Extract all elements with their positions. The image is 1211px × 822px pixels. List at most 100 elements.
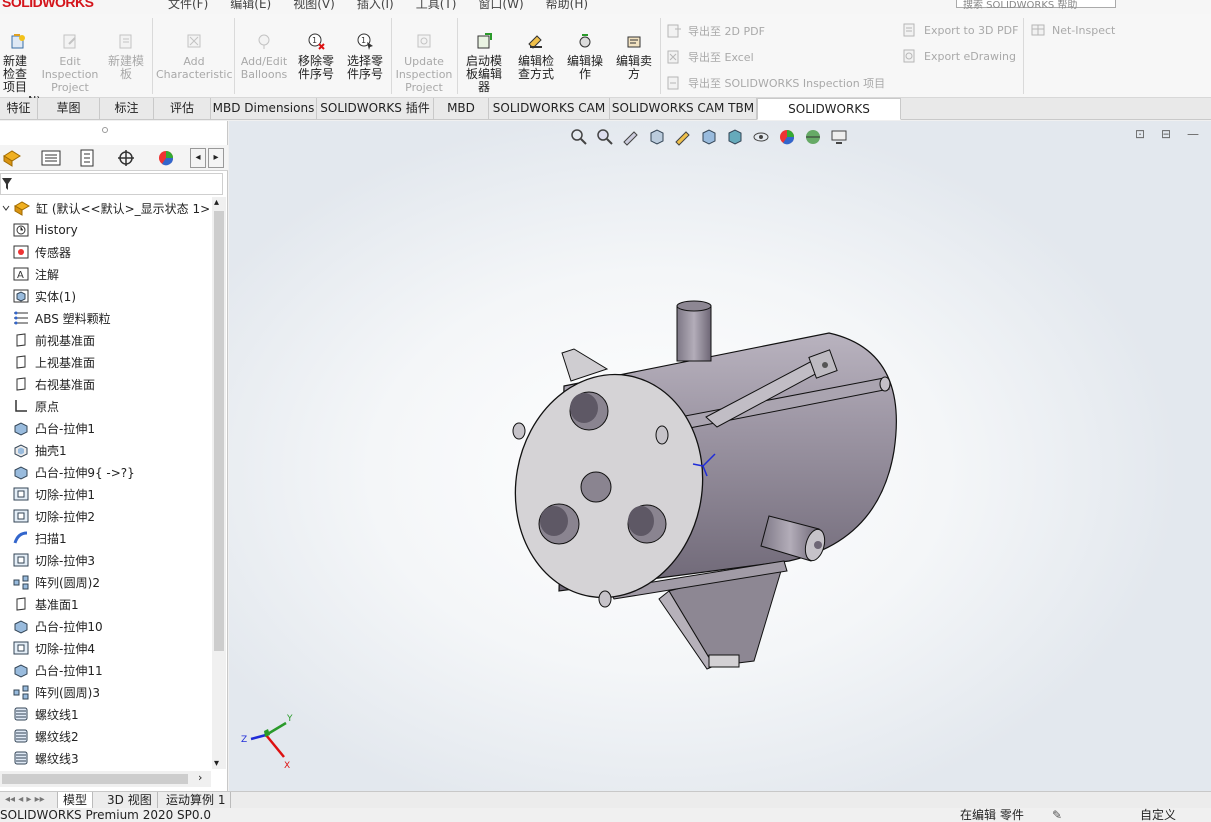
tree-item[interactable]: 凸台-拉伸11 (0, 659, 211, 681)
cut-extrude-icon (13, 487, 29, 501)
scroll-right-icon[interactable]: › (198, 771, 202, 784)
boss-extrude-icon (14, 422, 28, 436)
tree-horizontal-scrollbar[interactable]: › (0, 771, 211, 787)
menu-item[interactable]: 工具(T) (416, 0, 457, 12)
update-inspection-project-button[interactable]: Update Inspection Project (394, 32, 454, 94)
tree-item[interactable]: 实体(1) (0, 285, 211, 307)
filter-icon (2, 178, 12, 190)
tab-solidworks-addins[interactable]: SOLIDWORKS 插件 (317, 98, 434, 120)
tree-item-label: 传感器 (35, 245, 72, 260)
property-manager-icon[interactable] (36, 148, 68, 168)
panel-tabs-scroll-left[interactable]: ◂ (190, 148, 206, 168)
new-inspection-project-button[interactable]: 新建检查项目 amp;N) (0, 32, 41, 107)
scroll-down-icon[interactable]: ▾ (214, 758, 219, 769)
menu-item[interactable]: 编辑(E) (230, 0, 271, 12)
export-sw-inspection-button[interactable]: 导出至 SOLIDWORKS Inspection 项目 (666, 75, 885, 91)
tree-item-label: 实体(1) (35, 289, 76, 304)
tree-item[interactable]: A 注解 (0, 263, 211, 285)
remove-part-number-button[interactable]: 1 移除零件序号 (293, 32, 339, 81)
graphics-viewport[interactable]: ⊡ ⊟ — Y X Z (229, 121, 1211, 791)
feature-manager-icon[interactable] (0, 148, 32, 168)
tree-item[interactable]: 切除-拉伸1 (0, 483, 211, 505)
tab-model[interactable]: 模型 (58, 792, 94, 809)
edit-inspection-project-button[interactable]: Edit Inspection Project (40, 32, 100, 94)
add-edit-balloons-button[interactable]: Add/Edit Balloons (238, 32, 290, 81)
boss-extrude-icon (14, 664, 28, 678)
tree-item[interactable]: 传感器 (0, 241, 211, 263)
tree-filter-input[interactable] (0, 173, 223, 195)
select-part-number-button[interactable]: 1 选择零件序号 (342, 32, 388, 81)
expand-chevron-icon[interactable] (0, 200, 12, 216)
tree-item[interactable]: 螺纹线3 (0, 747, 211, 769)
tree-scroll-thumb[interactable] (214, 211, 224, 651)
tab-solidworks-cam[interactable]: SOLIDWORKS CAM (489, 98, 610, 120)
export-excel-button[interactable]: 导出至 Excel (666, 49, 754, 65)
tree-item[interactable]: 上视基准面 (0, 351, 211, 373)
launch-template-editor-button[interactable]: 启动模板编辑器 (460, 32, 508, 94)
tree-item[interactable]: 凸台-拉伸10 (0, 615, 211, 637)
ribbon-separator (391, 18, 392, 94)
tree-item[interactable]: 阵列(圆周)2 (0, 571, 211, 593)
status-units[interactable]: 自定义 (1140, 808, 1176, 822)
tree-item[interactable]: 凸台-拉伸1 (0, 417, 211, 439)
tab-3d-view[interactable]: 3D 视图 (102, 792, 158, 809)
tree-item[interactable]: 阵列(圆周)3 (0, 681, 211, 703)
menu-item[interactable]: 插入(I) (357, 0, 394, 12)
menu-item[interactable]: 文件(F) (168, 0, 208, 12)
export-3d-pdf-button[interactable]: Export to 3D PDF (902, 23, 1018, 37)
net-inspect-icon (1031, 24, 1045, 36)
tree-item[interactable]: 前视基准面 (0, 329, 211, 351)
tree-item[interactable]: 切除-拉伸2 (0, 505, 211, 527)
menu-item[interactable]: 窗口(W) (478, 0, 523, 12)
new-project-icon (11, 34, 25, 49)
configuration-manager-icon[interactable] (72, 148, 104, 168)
tree-hscroll-thumb[interactable] (2, 774, 188, 784)
rebuild-icon[interactable]: ✎ (1052, 808, 1062, 822)
help-search-input[interactable]: 搜索 SOLIDWORKS 帮助 (956, 0, 1116, 11)
tree-item[interactable]: 抽壳1 (0, 439, 211, 461)
tree-item[interactable]: 扫描1 (0, 527, 211, 549)
edit-inspection-method-button[interactable]: 编辑检查方式 (512, 32, 560, 81)
new-template-button[interactable]: 新建模板 (104, 32, 148, 81)
tree-item[interactable]: 螺纹线2 (0, 725, 211, 747)
tree-item[interactable]: 原点 (0, 395, 211, 417)
tree-item[interactable]: 右视基准面 (0, 373, 211, 395)
tab-sketch[interactable]: 草图 (38, 98, 100, 120)
tree-item[interactable]: 凸台-拉伸9{ ->?} (0, 461, 211, 483)
part-model-cylinder[interactable] (229, 121, 1211, 791)
tab-solidworks-cam-tbm[interactable]: SOLIDWORKS CAM TBM (610, 98, 757, 120)
add-characteristic-button[interactable]: Add Characteristic (156, 32, 233, 81)
tree-item[interactable]: 切除-拉伸4 (0, 637, 211, 659)
edit-method-icon (528, 35, 542, 49)
tab-markup[interactable]: 标注 (100, 98, 154, 120)
display-manager-icon[interactable] (150, 148, 182, 168)
command-manager-ribbon: 新建检查项目 amp;N) Edit Inspection Project 新建… (0, 14, 1211, 107)
triad-x-label: X (284, 761, 290, 771)
tab-scroll-arrows[interactable]: ◂◂ ◂ ▸ ▸▸ (0, 792, 58, 809)
feature-tree: 缸 (默认<<默认>_显示状态 1>)->? History 传感器 A 注解实体(1… (0, 197, 211, 769)
scroll-up-icon[interactable]: ▴ (214, 197, 219, 208)
tree-vertical-scrollbar[interactable]: ▴ ▾ (212, 197, 226, 769)
tree-item[interactable]: 基准面1 (0, 593, 211, 615)
tree-item[interactable]: ABS 塑料颗粒 (0, 307, 211, 329)
tab-mbd-dimensions[interactable]: MBD Dimensions (211, 98, 317, 120)
menu-item[interactable]: 视图(V) (293, 0, 335, 12)
tree-root[interactable]: 缸 (默认<<默认>_显示状态 1>)->? (0, 197, 211, 219)
edit-vendor-button[interactable]: 编辑卖方 (611, 32, 657, 81)
tab-features[interactable]: 特征 (0, 98, 38, 120)
export-edrawing-button[interactable]: Export eDrawing (902, 49, 1016, 63)
tree-item[interactable]: 螺纹线1 (0, 703, 211, 725)
net-inspect-button[interactable]: Net-Inspect (1030, 23, 1115, 37)
tree-item[interactable]: 切除-拉伸3 (0, 549, 211, 571)
menu-item[interactable]: 帮助(H) (546, 0, 588, 12)
tab-evaluate[interactable]: 评估 (154, 98, 211, 120)
edit-operation-button[interactable]: 编辑操作 (562, 32, 608, 81)
dimxpert-manager-icon[interactable] (110, 148, 142, 168)
tree-item[interactable]: History (0, 219, 211, 241)
tab-solidworks-inspection[interactable]: SOLIDWORKS Inspection (757, 98, 901, 137)
panel-collapse-handle[interactable] (102, 127, 108, 133)
export-2d-pdf-button[interactable]: 导出至 2D PDF (666, 23, 765, 39)
tab-mbd[interactable]: MBD (434, 98, 489, 120)
panel-tabs-scroll-right[interactable]: ▸ (208, 148, 224, 168)
tab-motion-study-1[interactable]: 运动算例 1 (161, 792, 232, 809)
